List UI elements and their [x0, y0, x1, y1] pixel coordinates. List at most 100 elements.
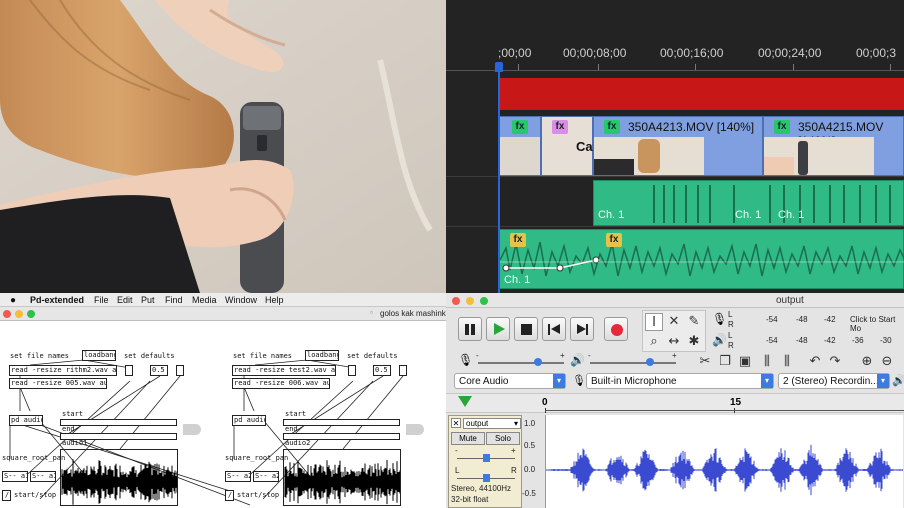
chevron-down-icon[interactable]: ▾: [761, 374, 773, 388]
subpatch-object[interactable]: pd audio1: [9, 415, 43, 426]
menu-help[interactable]: Help: [265, 295, 284, 305]
fx-badge[interactable]: fx: [606, 233, 622, 247]
menu-media[interactable]: Media: [192, 295, 217, 305]
video-clip[interactable]: fx Ca: [541, 116, 593, 176]
close-track-icon[interactable]: ✕: [451, 418, 461, 428]
apple-icon[interactable]: ●: [10, 295, 16, 306]
array-graph[interactable]: [60, 449, 178, 506]
playhead-handle-icon[interactable]: [495, 62, 503, 72]
paste-icon[interactable]: ▣: [736, 353, 754, 371]
loadbang-object[interactable]: loadbang: [82, 350, 116, 361]
solo-button[interactable]: Solo: [486, 432, 520, 445]
menu-find[interactable]: Find: [165, 295, 183, 305]
stop-button[interactable]: [514, 317, 538, 341]
channels-select[interactable]: 2 (Stereo) Recordin... ▾: [778, 373, 890, 389]
menu-put[interactable]: Put: [141, 295, 155, 305]
menu-window[interactable]: Window: [225, 295, 257, 305]
silence-icon[interactable]: ⫼: [778, 353, 796, 371]
message-box[interactable]: read -resize 006.wav audio2: [232, 378, 330, 389]
start-slider[interactable]: [60, 419, 177, 426]
app-menu[interactable]: Pd-extended: [30, 295, 84, 305]
skip-start-button[interactable]: [542, 317, 566, 341]
work-area-bar[interactable]: [498, 78, 904, 110]
fx-badge[interactable]: fx: [774, 120, 790, 134]
subpatch-object[interactable]: pd audio2: [232, 415, 266, 426]
menu-file[interactable]: File: [94, 295, 109, 305]
draw-tool-icon[interactable]: ✎: [685, 313, 703, 331]
number-box[interactable]: 0.5: [150, 365, 168, 376]
recording-volume-slider[interactable]: [478, 358, 564, 366]
recording-device-select[interactable]: Built-in Microphone ▾: [586, 373, 774, 389]
audio-host-select[interactable]: Core Audio ▾: [454, 373, 566, 389]
message-box[interactable]: read -resize rithm2.wav audio1: [9, 365, 117, 376]
track-name-menu[interactable]: output ▾: [463, 418, 521, 429]
number-box[interactable]: 0.5: [373, 365, 391, 376]
fx-badge[interactable]: fx: [604, 120, 620, 134]
menu-edit[interactable]: Edit: [117, 295, 133, 305]
close-button[interactable]: [3, 310, 11, 318]
chevron-down-icon[interactable]: ▾: [877, 374, 889, 388]
send-object[interactable]: S-- a21: [225, 471, 251, 482]
selection-tool-icon[interactable]: Ι: [645, 313, 663, 331]
playhead[interactable]: [495, 62, 503, 293]
toggle-icon[interactable]: /: [2, 490, 11, 501]
slider-thumb[interactable]: [483, 474, 490, 482]
send-object[interactable]: S-- a11: [2, 471, 28, 482]
undo-icon[interactable]: ↶: [806, 353, 824, 371]
fx-badge[interactable]: fx: [552, 120, 568, 134]
zoom-button[interactable]: [27, 310, 35, 318]
close-button[interactable]: [452, 297, 460, 305]
trim-icon[interactable]: ⫼: [758, 353, 776, 371]
minimize-button[interactable]: [15, 310, 23, 318]
speaker-meter-icon[interactable]: 🔊: [712, 333, 727, 347]
video-clip[interactable]: fx: [499, 116, 541, 176]
message-box[interactable]: read -resize test2.wav audio2: [232, 365, 336, 376]
skip-end-button[interactable]: [570, 317, 594, 341]
video-clip[interactable]: fx 350A4215.MOV [140%]: [763, 116, 904, 176]
slider-thumb[interactable]: [534, 358, 542, 366]
array-graph[interactable]: [283, 449, 401, 506]
playback-volume-slider[interactable]: [590, 358, 676, 366]
zoom-tool-icon[interactable]: ⌕: [645, 333, 663, 351]
audio-clip[interactable]: Ch. 1 Ch. 1 Ch. 1: [593, 180, 904, 226]
play-button[interactable]: [486, 317, 510, 341]
video-clip[interactable]: fx 350A4213.MOV [140%]: [593, 116, 763, 176]
minimize-button[interactable]: [466, 297, 474, 305]
pause-button[interactable]: [458, 317, 482, 341]
comment: set defaults: [124, 352, 175, 360]
send-object[interactable]: S-- a12: [30, 471, 56, 482]
bang-object[interactable]: [176, 365, 184, 376]
fx-badge[interactable]: fx: [512, 120, 528, 134]
redo-icon[interactable]: ↷: [826, 353, 844, 371]
timeshift-tool-icon[interactable]: ↔: [665, 333, 683, 351]
slider-thumb[interactable]: [646, 358, 654, 366]
toggle-icon[interactable]: /: [225, 490, 234, 501]
envelope-tool-icon[interactable]: ✕: [665, 313, 683, 331]
copy-icon[interactable]: ❐: [716, 353, 734, 371]
audio-clip[interactable]: fx fx Ch. 1: [499, 229, 904, 289]
audio-waveform-display[interactable]: [545, 415, 903, 508]
bang-object[interactable]: [399, 365, 407, 376]
mute-button[interactable]: Mute: [451, 432, 485, 445]
zoom-button[interactable]: [480, 297, 488, 305]
gain-slider[interactable]: [457, 454, 515, 462]
loadbang-object[interactable]: loadbang: [305, 350, 339, 361]
chevron-down-icon[interactable]: ▾: [553, 374, 565, 388]
play-at-speed-icon[interactable]: [458, 396, 472, 407]
bang-object[interactable]: [348, 365, 356, 376]
zoom-out-icon[interactable]: ⊖: [878, 353, 896, 371]
slider-thumb[interactable]: [483, 454, 490, 462]
mic-meter-icon[interactable]: 🎙: [712, 312, 727, 326]
zoom-in-icon[interactable]: ⊕: [858, 353, 876, 371]
record-button[interactable]: [604, 317, 628, 341]
fx-badge[interactable]: fx: [510, 233, 526, 247]
bang-object[interactable]: [125, 365, 133, 376]
multi-tool-icon[interactable]: ✱: [685, 333, 703, 351]
start-slider[interactable]: [283, 419, 400, 426]
start-monitoring-label[interactable]: Click to Start Mo: [850, 315, 904, 333]
pan-slider[interactable]: [457, 474, 515, 482]
message-box[interactable]: read -resize 005.wav audio1: [9, 378, 107, 389]
timeline-ruler[interactable]: 0 15: [446, 393, 904, 413]
cut-icon[interactable]: ✂: [696, 353, 714, 371]
send-object[interactable]: S-- a22: [253, 471, 279, 482]
